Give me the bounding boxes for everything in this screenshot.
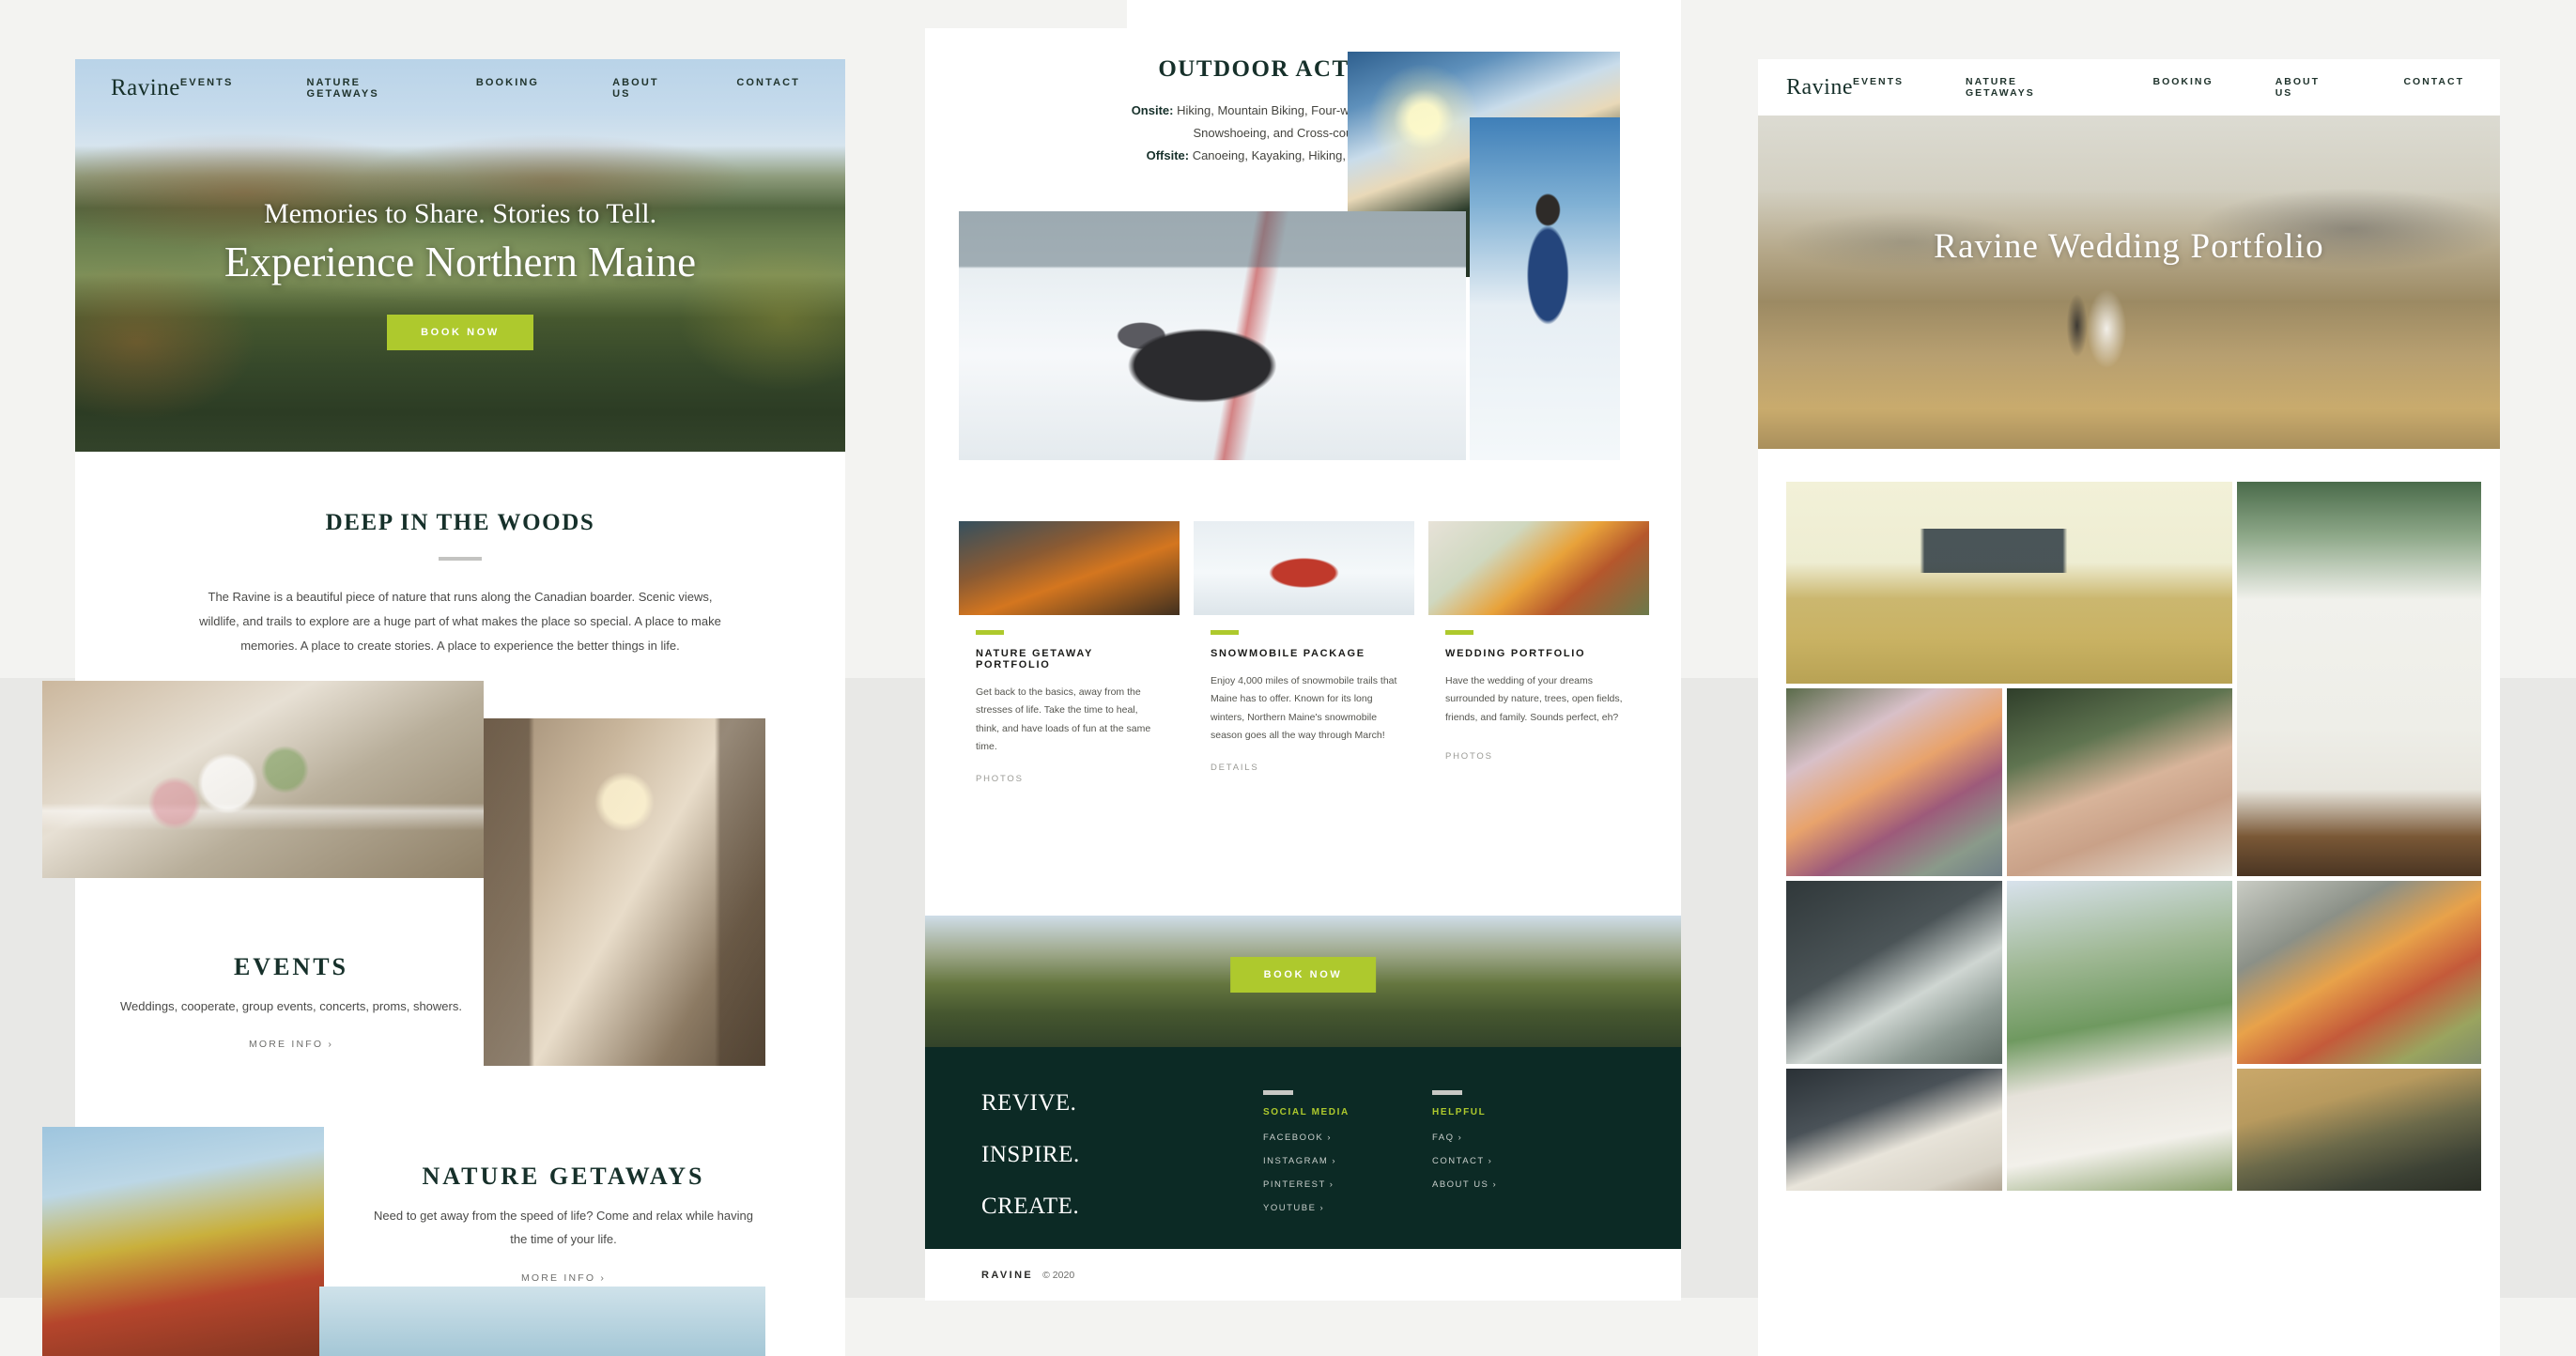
card-title: NATURE GETAWAY PORTFOLIO: [976, 648, 1093, 670]
deep-in-the-woods-section: DEEP IN THE WOODS The Ravine is a beauti…: [75, 452, 845, 658]
card-accent-dash: [1211, 630, 1239, 635]
card-title: WEDDING PORTFOLIO: [1445, 648, 1586, 659]
site-logo[interactable]: Ravine: [1786, 75, 1853, 100]
right-navbar: Ravine EVENTS NATURE GETAWAYS BOOKING AB…: [1758, 59, 2500, 116]
panel-top-notch: [925, 0, 1127, 28]
nav-item-booking[interactable]: BOOKING: [476, 77, 539, 100]
nav-links: EVENTS NATURE GETAWAYS BOOKING ABOUT US …: [180, 77, 810, 100]
cta-banner: BOOK NOW: [925, 916, 1681, 1047]
photo-snowmobile: [959, 211, 1466, 460]
footer-link-faq[interactable]: FAQ ›: [1432, 1133, 1568, 1143]
gallery-photo-field-embrace[interactable]: [2237, 1069, 2481, 1191]
card-title: SNOWMOBILE PACKAGE: [1211, 648, 1365, 659]
footer-link-youtube[interactable]: YOUTUBE ›: [1263, 1203, 1399, 1213]
nav-item-events[interactable]: EVENTS: [180, 77, 234, 100]
card-image-bouquet: [1428, 521, 1649, 615]
card-text: Enjoy 4,000 miles of snowmobile trails t…: [1211, 675, 1397, 742]
footer-column-helpful: HELPFUL FAQ › CONTACT › ABOUT US ›: [1432, 1090, 1568, 1249]
book-now-button[interactable]: BOOK NOW: [387, 315, 533, 350]
card-wedding-portfolio[interactable]: WEDDING PORTFOLIO Have the wedding of yo…: [1428, 521, 1649, 805]
events-body: Weddings, cooperate, group events, conce…: [120, 999, 462, 1013]
events-more-info-link[interactable]: MORE INFO ›: [103, 1039, 479, 1050]
offsite-label: Offsite:: [1146, 148, 1190, 163]
footer-link-instagram[interactable]: INSTAGRAM ›: [1263, 1156, 1399, 1166]
photo-water: [319, 1287, 765, 1356]
footer-link-pinterest[interactable]: PINTEREST ›: [1263, 1179, 1399, 1190]
nav-links: EVENTS NATURE GETAWAYS BOOKING ABOUT US …: [1853, 76, 2472, 99]
getaways-more-info-link[interactable]: MORE INFO ›: [366, 1272, 761, 1284]
nav-item-nature-getaways[interactable]: NATURE GETAWAYS: [306, 77, 402, 100]
site-logo[interactable]: Ravine: [111, 75, 180, 101]
photo-wedding-tables: [42, 681, 484, 878]
wedding-hero: Ravine Wedding Portfolio: [1758, 116, 2500, 449]
gallery-photo-flower-buckets[interactable]: [1786, 688, 2002, 876]
site-footer: REVIVE. INSPIRE. CREATE. SOCIAL MEDIA FA…: [925, 1047, 1681, 1249]
gallery-photo-bride-orchard[interactable]: [2007, 881, 2232, 1191]
slogan-revive: REVIVE.: [981, 1090, 1077, 1116]
nav-item-about-us[interactable]: ABOUT US: [2275, 76, 2342, 99]
footer-brand: RAVINE: [981, 1269, 1034, 1281]
card-link-photos[interactable]: PHOTOS: [1445, 751, 1632, 762]
hero-title: Experience Northern Maine: [224, 239, 697, 285]
footer-column-social-media: SOCIAL MEDIA FACEBOOK › INSTAGRAM › PINT…: [1263, 1090, 1399, 1249]
card-nature-getaway-portfolio[interactable]: NATURE GETAWAY PORTFOLIO Get back to the…: [959, 521, 1180, 805]
getaways-body: Need to get away from the speed of life?…: [374, 1209, 753, 1247]
footer-heading-helpful: HELPFUL: [1432, 1107, 1487, 1117]
card-link-details[interactable]: DETAILS: [1211, 763, 1397, 773]
events-heading: EVENTS: [233, 953, 349, 980]
card-image-cabin: [959, 521, 1180, 615]
footer-slogan: REVIVE. INSPIRE. CREATE.: [981, 1090, 1263, 1249]
card-accent-dash: [1445, 630, 1473, 635]
nav-item-contact[interactable]: CONTACT: [736, 77, 800, 100]
card-link-photos[interactable]: PHOTOS: [976, 774, 1163, 784]
photo-fall-trees: [42, 1127, 324, 1356]
gallery-photo-wedding-cake[interactable]: [2237, 482, 2481, 876]
nature-getaways-section: NATURE GETAWAYS Need to get away from th…: [366, 1163, 761, 1284]
card-text: Have the wedding of your dreams surround…: [1445, 675, 1623, 723]
footer-accent-dash: [1432, 1090, 1462, 1095]
left-hero: Ravine EVENTS NATURE GETAWAYS BOOKING AB…: [75, 59, 845, 452]
slogan-create: CREATE.: [981, 1194, 1080, 1219]
footer-accent-dash: [1263, 1090, 1293, 1095]
gallery-photo-bouquet-ribbon[interactable]: [1786, 1069, 2002, 1191]
events-section: EVENTS Weddings, cooperate, group events…: [103, 953, 479, 1050]
activities-page-panel: OUTDOOR ACTIVITIES Onsite: Hiking, Mount…: [925, 0, 1681, 1301]
feature-cards: NATURE GETAWAY PORTFOLIO Get back to the…: [959, 521, 1649, 805]
footer-link-facebook[interactable]: FACEBOOK ›: [1263, 1133, 1399, 1143]
card-image-snowmobile: [1194, 521, 1414, 615]
footer-copyright: © 2020: [1042, 1269, 1075, 1281]
woods-body: The Ravine is a beautiful piece of natur…: [199, 590, 721, 653]
footer-link-contact[interactable]: CONTACT ›: [1432, 1156, 1568, 1166]
photo-barn-interior: [484, 718, 765, 1066]
wedding-portfolio-panel: Ravine EVENTS NATURE GETAWAYS BOOKING AB…: [1758, 59, 2500, 1356]
book-now-button-footer[interactable]: BOOK NOW: [1229, 957, 1377, 993]
photo-snowshoer: [1470, 117, 1620, 460]
wedding-hero-title: Ravine Wedding Portfolio: [1934, 227, 2324, 266]
nav-item-events[interactable]: EVENTS: [1853, 76, 1904, 99]
nav-item-nature-getaways[interactable]: NATURE GETAWAYS: [1966, 76, 2091, 99]
card-text: Get back to the basics, away from the st…: [976, 686, 1151, 753]
footer-heading-social: SOCIAL MEDIA: [1263, 1107, 1350, 1117]
hero-subtitle: Memories to Share. Stories to Tell.: [263, 198, 657, 229]
divider-rule: [439, 557, 482, 561]
getaways-heading: NATURE GETAWAYS: [422, 1163, 705, 1190]
nav-item-contact[interactable]: CONTACT: [2403, 76, 2464, 99]
gallery-photo-couple-field[interactable]: [1786, 482, 2232, 684]
footer-link-about-us[interactable]: ABOUT US ›: [1432, 1179, 1568, 1190]
left-navbar: Ravine EVENTS NATURE GETAWAYS BOOKING AB…: [75, 59, 845, 117]
nav-item-booking[interactable]: BOOKING: [2153, 76, 2214, 99]
gallery-photo-couple-laughing[interactable]: [2007, 688, 2232, 876]
nav-item-about-us[interactable]: ABOUT US: [612, 77, 663, 100]
hero-content: Memories to Share. Stories to Tell. Expe…: [75, 198, 845, 350]
slogan-inspire: INSPIRE.: [981, 1142, 1080, 1167]
gallery-photo-boutonniere[interactable]: [1786, 881, 2002, 1064]
gallery-photo-bouquet-suit[interactable]: [2237, 881, 2481, 1064]
card-snowmobile-package[interactable]: SNOWMOBILE PACKAGE Enjoy 4,000 miles of …: [1194, 521, 1414, 805]
onsite-label: Onsite:: [1131, 103, 1174, 117]
woods-heading: DEEP IN THE WOODS: [325, 510, 595, 535]
footer-bottom-bar: RAVINE © 2020: [925, 1249, 1681, 1301]
card-accent-dash: [976, 630, 1004, 635]
